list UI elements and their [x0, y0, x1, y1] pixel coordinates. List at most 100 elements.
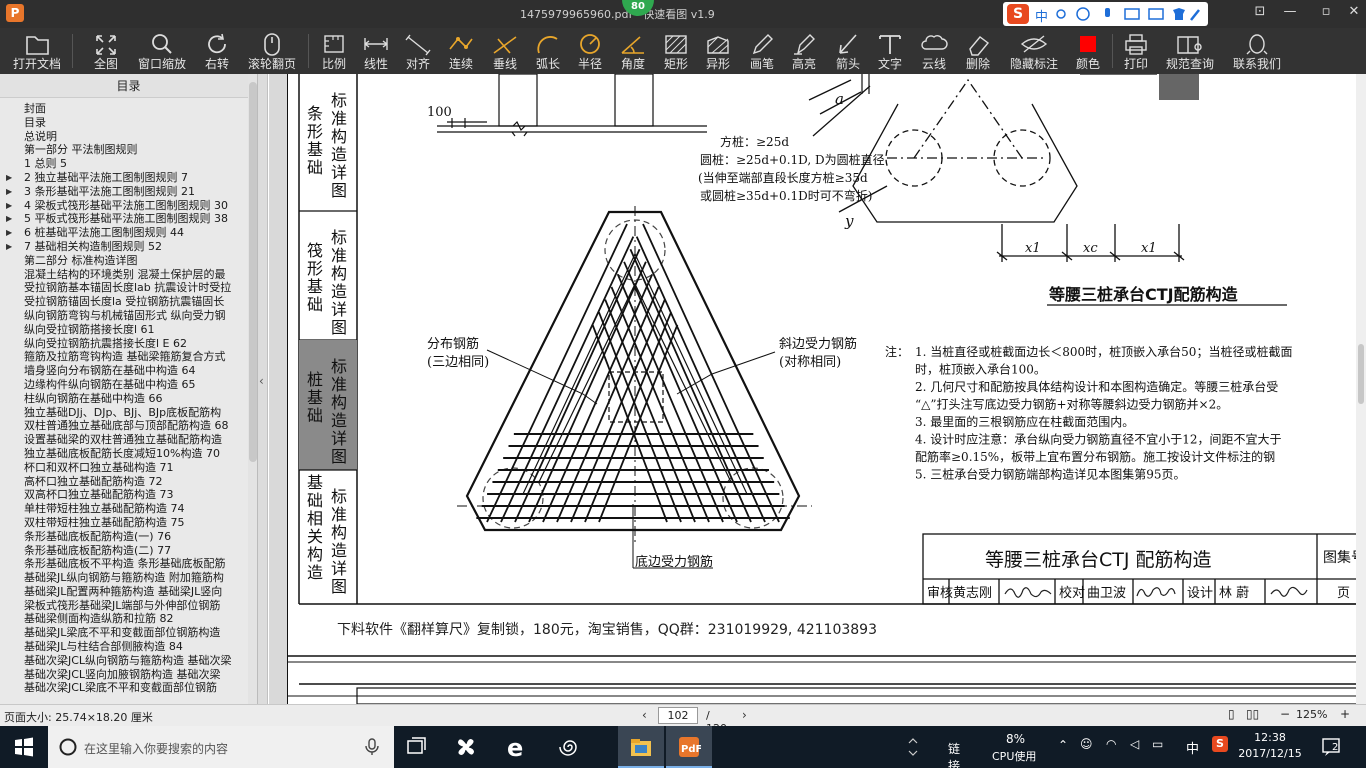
toc-item[interactable]: ▶ 7 基础相关构造制图规则 52: [0, 240, 248, 254]
notification-center-button[interactable]: 2: [1320, 736, 1344, 758]
perpendicular-button[interactable]: 垂线: [486, 28, 524, 74]
scroll-page-button[interactable]: 滚轮翻页: [244, 28, 300, 74]
toc-item[interactable]: 纵向钢筋弯钩与机械锚固形式 纵向受力钢: [0, 309, 248, 323]
toc-scrollbar[interactable]: [248, 74, 257, 704]
window-zoom-button[interactable]: 窗口缩放: [134, 28, 190, 74]
toc-item[interactable]: 边缘构件纵向钢筋在基础中构造 65: [0, 378, 248, 392]
toc-item[interactable]: 基础梁JL配置两种箍筋构造 基础梁JL竖向: [0, 585, 248, 599]
toc-item[interactable]: 第二部分 标准构造详图: [0, 254, 248, 268]
keyboard-icon[interactable]: ▭: [1152, 737, 1163, 751]
toc-item[interactable]: 基础梁JL梁底不平和变截面部位钢筋构造: [0, 626, 248, 640]
toc-item[interactable]: 受拉钢筋锚固长度la 受拉钢筋抗震锚固长: [0, 295, 248, 309]
ime-tool-icons[interactable]: [1053, 6, 1203, 22]
fit-all-button[interactable]: 全图: [86, 28, 126, 74]
toc-item[interactable]: 基础梁JL与柱结合部侧腋构造 84: [0, 640, 248, 654]
angle-button[interactable]: 角度: [614, 28, 652, 74]
toc-item[interactable]: 杯口和双杯口独立基础构造 71: [0, 461, 248, 475]
toc-item[interactable]: 第一部分 平法制图规则: [0, 143, 248, 157]
toc-item[interactable]: 受拉钢筋基本锚固长度lab 抗震设计时受拉: [0, 281, 248, 295]
taskbar-pdf-viewer[interactable]: PdF: [666, 726, 712, 768]
single-page-view-icon[interactable]: ▯: [1228, 707, 1235, 721]
toc-item[interactable]: 条形基础底板不平构造 条形基础底板配筋: [0, 557, 248, 571]
taskbar-file-explorer[interactable]: [618, 726, 664, 768]
toc-item[interactable]: ▶ 5 平板式筏形基础平法施工图制图规则 38: [0, 212, 248, 226]
chevron-up-icon[interactable]: ⌃: [1058, 738, 1068, 752]
toc-item[interactable]: 条形基础底板配筋构造(一) 76: [0, 530, 248, 544]
ime-lang-label[interactable]: 中: [1035, 6, 1048, 25]
toc-item[interactable]: ▶ 3 条形基础平法施工图制图规则 21: [0, 185, 248, 199]
irregular-button[interactable]: 异形: [700, 28, 736, 74]
radius-button[interactable]: 半径: [572, 28, 608, 74]
edge-browser-icon[interactable]: e: [506, 735, 530, 759]
pen-button[interactable]: 画笔: [744, 28, 780, 74]
document-scroll-thumb[interactable]: [1358, 344, 1364, 404]
expand-arrow-icon[interactable]: ▶: [6, 199, 12, 213]
toc-scroll-thumb[interactable]: [249, 82, 257, 462]
toc-item[interactable]: 箍筋及拉筋弯钩构造 基础梁箍筋复合方式: [0, 350, 248, 364]
linear-dim-button[interactable]: 线性: [358, 28, 394, 74]
toc-item[interactable]: 目录: [0, 116, 248, 130]
toc-item[interactable]: 基础次梁JCL竖向加腋钢筋构造 基础次梁: [0, 668, 248, 682]
toc-item[interactable]: 双高杯口独立基础配筋构造 73: [0, 488, 248, 502]
ime-toolbar[interactable]: S 中: [1003, 2, 1208, 26]
toc-item[interactable]: 双柱带短柱独立基础配筋构造 75: [0, 516, 248, 530]
microphone-icon[interactable]: [364, 738, 380, 756]
expand-arrow-icon[interactable]: ▶: [6, 171, 12, 185]
rectangle-button[interactable]: 矩形: [658, 28, 694, 74]
prev-page-button[interactable]: ‹: [642, 708, 647, 722]
sogou-tray-icon[interactable]: S: [1212, 736, 1228, 752]
toc-item[interactable]: 独立基础DJj、DJp、BJj、BJp底板配筋构: [0, 406, 248, 420]
toc-item[interactable]: 总说明: [0, 130, 248, 144]
wifi-icon[interactable]: ◠: [1106, 737, 1116, 751]
open-document-button[interactable]: 打开文档: [8, 28, 66, 74]
toc-item[interactable]: 纵向受拉钢筋搭接长度l 61: [0, 323, 248, 337]
arrow-button[interactable]: 箭头: [830, 28, 866, 74]
toc-item[interactable]: 封面: [0, 102, 248, 116]
toc-item[interactable]: 高杯口独立基础配筋构造 72: [0, 475, 248, 489]
fan-app-icon[interactable]: [454, 735, 478, 759]
toc-item[interactable]: 基础梁侧面构造纵筋和拉筋 82: [0, 612, 248, 626]
document-viewport[interactable]: 标准构造详图条形基础标准构造详图筏形基础标准构造详图桩基础标准构造详图基础相关构…: [269, 74, 1366, 704]
taskbar-search-box[interactable]: 在这里输入你要搜索的内容: [48, 726, 394, 768]
delete-button[interactable]: 删除: [960, 28, 996, 74]
toc-item[interactable]: 设置基础梁的双柱普通独立基础配筋构造: [0, 433, 248, 447]
toc-item[interactable]: 墙身竖向分布钢筋在基础中构造 64: [0, 364, 248, 378]
toc-item[interactable]: 纵向受拉钢筋抗震搭接长度l E 62: [0, 337, 248, 351]
spiral-app-icon[interactable]: [556, 735, 580, 759]
toc-item[interactable]: 混凝土结构的环境类别 混凝土保护层的最: [0, 268, 248, 282]
zoom-in-button[interactable]: +: [1340, 707, 1350, 721]
tray-scroll-icon[interactable]: [906, 735, 930, 759]
toc-item[interactable]: ▶ 2 独立基础平法施工图制图规则 7: [0, 171, 248, 185]
tray-link-label[interactable]: 链接: [948, 740, 960, 768]
people-icon[interactable]: ☺: [1080, 737, 1093, 751]
scale-button[interactable]: 比例: [316, 28, 352, 74]
arc-length-button[interactable]: 弧长: [530, 28, 566, 74]
toc-item[interactable]: 独立基础底板配筋长度减短10%构造 70: [0, 447, 248, 461]
ime-indicator[interactable]: 中: [1186, 738, 1199, 757]
toc-item[interactable]: ▶ 4 梁板式筏形基础平法施工图制图规则 30: [0, 199, 248, 213]
print-button[interactable]: 打印: [1118, 28, 1154, 74]
rotate-right-button[interactable]: 右转: [198, 28, 236, 74]
toc-item[interactable]: 基础次梁JCL纵向钢筋与箍筋构造 基础次梁: [0, 654, 248, 668]
document-scrollbar[interactable]: [1356, 74, 1366, 704]
sogou-icon[interactable]: S: [1007, 4, 1029, 24]
close-button[interactable]: ✕: [1344, 4, 1364, 19]
expand-arrow-icon[interactable]: ▶: [6, 212, 12, 226]
volume-icon[interactable]: ◁: [1130, 737, 1139, 751]
toc-item[interactable]: 基础次梁JCL梁底不平和变截面部位钢筋: [0, 681, 248, 695]
skin-icon[interactable]: ⊡: [1250, 4, 1270, 19]
page-number-input[interactable]: 102: [658, 707, 698, 724]
chevron-left-icon[interactable]: ‹: [259, 374, 264, 388]
minimize-button[interactable]: —: [1280, 4, 1300, 19]
hide-marks-button[interactable]: 隐藏标注: [1004, 28, 1064, 74]
toc-item[interactable]: 条形基础底板配筋构造(二) 77: [0, 544, 248, 558]
double-page-view-icon[interactable]: ▯▯: [1246, 707, 1259, 721]
expand-arrow-icon[interactable]: ▶: [6, 240, 12, 254]
cloud-line-button[interactable]: 云线: [916, 28, 952, 74]
spec-query-button[interactable]: 规范查询: [1164, 28, 1216, 74]
windows-start-icon[interactable]: [12, 735, 36, 759]
text-button[interactable]: 文字: [872, 28, 908, 74]
toc-item[interactable]: ▶ 6 桩基础平法施工图制图规则 44: [0, 226, 248, 240]
toc-item[interactable]: 梁板式筏形基础梁JL端部与外伸部位钢筋: [0, 599, 248, 613]
contact-us-button[interactable]: 联系我们: [1230, 28, 1284, 74]
